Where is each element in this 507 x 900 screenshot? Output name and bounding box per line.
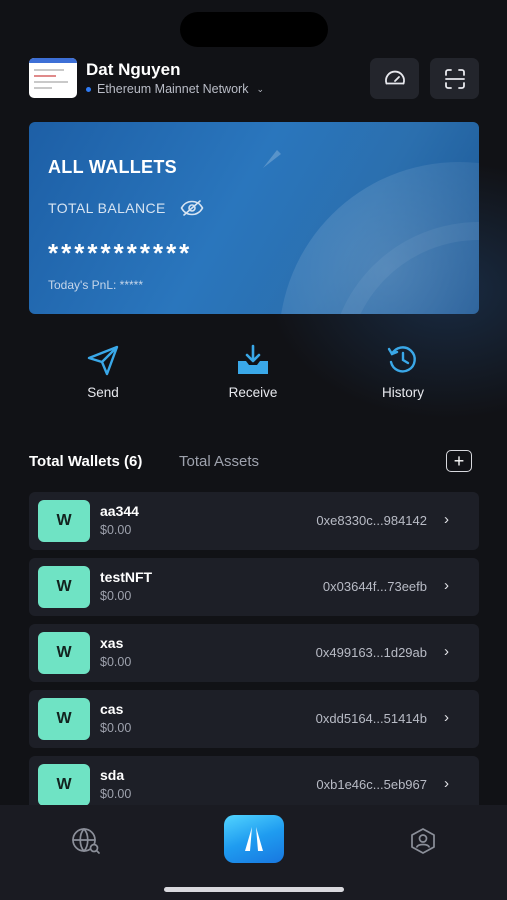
network-status-dot [86,86,91,92]
wallet-icon: W [38,500,90,542]
home-indicator[interactable] [164,887,344,892]
wallet-balance: $0.00 [100,655,132,669]
chevron-right-icon: › [444,709,449,726]
wallet-name: aa344 [100,503,139,519]
todays-pnl: Today's PnL: ***** [48,278,144,292]
bottom-nav [0,805,507,900]
avatar[interactable] [29,58,77,98]
speed-button[interactable] [370,58,419,99]
wallet-address: 0xe8330c...984142 [316,513,427,528]
wallet-address: 0xdd5164...51414b [315,711,427,726]
balance-label-row: TOTAL BALANCE [48,199,204,217]
plus-icon: + [453,451,465,471]
chevron-right-icon: › [444,511,449,528]
scan-button[interactable] [430,58,479,99]
wallet-list-header: Total Wallets (6) Total Assets + [29,449,479,475]
nav-home-button[interactable] [224,815,284,863]
tab-total-assets[interactable]: Total Assets [179,453,259,470]
history-label: History [381,385,424,400]
wallet-icon: W [38,566,90,608]
speedometer-icon [384,70,405,84]
app-logo-icon [245,827,263,851]
send-button[interactable]: Send [53,342,153,400]
card-title: ALL WALLETS [48,157,177,177]
wallet-row[interactable]: W aa344 $0.00 0xe8330c...984142 › [29,492,479,550]
chevron-right-icon: › [444,643,449,660]
wallet-name: testNFT [100,569,153,585]
chevron-right-icon: › [444,577,449,594]
globe-search-icon [72,828,100,854]
header: Dat Nguyen Ethereum Mainnet Network ⌄ [29,58,479,100]
wallet-name: cas [100,701,124,717]
wallet-row[interactable]: W xas $0.00 0x499163...1d29ab › [29,624,479,682]
wallet-icon: W [38,764,90,806]
quick-actions: Send Receive History [29,342,479,412]
wallet-balance: $0.00 [100,589,132,603]
network-selector[interactable]: Ethereum Mainnet Network ⌄ [86,82,264,96]
wallet-name: sda [100,767,125,783]
receive-icon [238,344,268,374]
wallet-balance: $0.00 [100,721,132,735]
network-name: Ethereum Mainnet Network [97,82,249,96]
send-icon [87,345,119,376]
wallet-row[interactable]: W testNFT $0.00 0x03644f...73eefb › [29,558,479,616]
nav-explore[interactable] [71,827,101,860]
wallet-balance: $0.00 [100,787,132,801]
user-name: Dat Nguyen [86,60,181,79]
chevron-right-icon: › [444,775,449,792]
wallet-icon: W [38,632,90,674]
tab-total-wallets[interactable]: Total Wallets (6) [29,453,142,470]
wallet-row[interactable]: W cas $0.00 0xdd5164...51414b › [29,690,479,748]
wallet-name: xas [100,635,124,651]
scan-icon [444,68,465,89]
wallet-address: 0x499163...1d29ab [315,645,427,660]
profile-shield-icon [411,828,435,854]
eye-off-icon[interactable] [180,199,204,217]
balance-label: TOTAL BALANCE [48,200,166,216]
rocket-icon [263,150,281,168]
balance-card[interactable]: ALL WALLETS TOTAL BALANCE *********** To… [29,122,479,314]
camera-notch [180,12,328,47]
wallet-address: 0xb1e46c...5eb967 [316,777,427,792]
chevron-down-icon: ⌄ [256,83,264,94]
history-icon [387,346,416,373]
wallet-balance: $0.00 [100,523,132,537]
balance-value: *********** [48,238,193,268]
receive-label: Receive [228,385,278,400]
send-label: Send [87,385,119,400]
nav-profile[interactable] [410,827,436,860]
wallet-address: 0x03644f...73eefb [322,579,427,594]
add-wallet-button[interactable]: + [446,450,472,472]
receive-button[interactable]: Receive [203,342,303,400]
history-button[interactable]: History [353,342,453,400]
wallet-icon: W [38,698,90,740]
